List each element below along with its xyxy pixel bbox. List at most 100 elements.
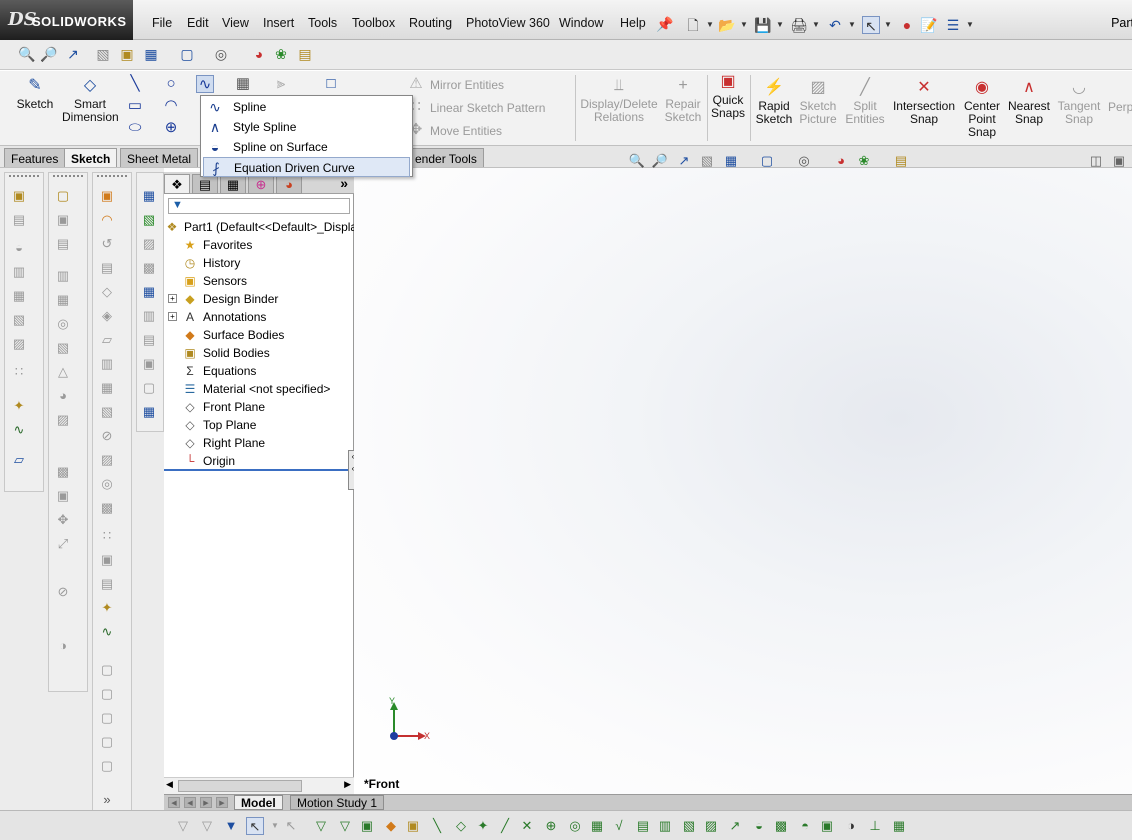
lofted-cut-icon[interactable]: ▥: [54, 267, 72, 285]
filter-planes-icon[interactable]: ◇: [452, 817, 470, 835]
tab-features[interactable]: Features: [4, 148, 66, 167]
slot-icon[interactable]: ⬭: [126, 119, 144, 137]
chevron-down-icon[interactable]: ▼: [884, 20, 892, 29]
spline-menu-item[interactable]: ∿ Spline: [203, 97, 410, 117]
select-arrow-icon[interactable]: ↖: [862, 16, 880, 34]
menu-routing[interactable]: Routing: [409, 16, 452, 30]
zoom-to-area-icon[interactable]: 🔎: [40, 45, 58, 63]
extruded-boss-icon[interactable]: ▣: [10, 187, 28, 205]
spline-menu-item[interactable]: ◒ Spline on Surface: [203, 137, 410, 157]
sketch-picture-button[interactable]: ▨ Sketch Picture: [797, 79, 839, 126]
pin-icon[interactable]: 📌: [656, 15, 674, 33]
tab-motion-study[interactable]: Motion Study 1: [290, 795, 385, 810]
curves-icon[interactable]: ∿: [10, 421, 28, 439]
filter-centerline-icon[interactable]: ◎: [566, 817, 584, 835]
fillet-icon[interactable]: ▧: [10, 311, 28, 329]
filter-edges-icon[interactable]: ▽: [336, 817, 354, 835]
chevron-down-icon[interactable]: ▼: [706, 20, 714, 29]
tab-sheet-metal[interactable]: Sheet Metal: [120, 148, 199, 167]
next-tab-icon[interactable]: ▶: [200, 797, 212, 808]
menu-tools[interactable]: Tools: [308, 16, 337, 30]
filter-dimensions-icon[interactable]: ▦: [588, 817, 606, 835]
filter-dowel-pin-icon[interactable]: ◓: [796, 817, 814, 835]
chamfer-icon[interactable]: ▨: [10, 335, 28, 353]
convert-entities-icon[interactable]: □: [322, 75, 340, 93]
rib-icon[interactable]: ▧: [54, 339, 72, 357]
expand-plus-icon[interactable]: +: [168, 294, 177, 303]
hide-show-items-icon[interactable]: ◎: [212, 45, 230, 63]
display-delete-relations-button[interactable]: ⫫ Display/Delete Relations: [578, 77, 660, 124]
table-icon[interactable]: ▦: [140, 283, 158, 301]
box-icon[interactable]: ▢: [98, 685, 116, 703]
dynamic-annotation-icon[interactable]: ▣: [118, 45, 136, 63]
table-icon[interactable]: ▣: [140, 355, 158, 373]
filled-surface-icon[interactable]: ◈: [98, 307, 116, 325]
chevron-down-icon[interactable]: ▼: [776, 20, 784, 29]
instant3d-icon[interactable]: ▱: [10, 451, 28, 469]
filter-datum-target-icon[interactable]: ↗: [726, 817, 744, 835]
swept-cut-icon[interactable]: ▤: [54, 235, 72, 253]
extruded-surface-icon[interactable]: ▣: [98, 187, 116, 205]
section-view-icon[interactable]: ▧: [94, 45, 112, 63]
reference-geometry-icon[interactable]: ✦: [10, 397, 28, 415]
spline-menu-item[interactable]: ∧ Style Spline: [203, 117, 410, 137]
untrim-surface-icon[interactable]: ▩: [98, 499, 116, 517]
scale-icon[interactable]: ⤢: [54, 535, 72, 553]
filter-sketch-segments-icon[interactable]: ╱: [496, 817, 514, 835]
filter-toggle-icon[interactable]: ▽: [198, 817, 216, 835]
apply-scene-icon[interactable]: ❀: [272, 45, 290, 63]
tangent-snap-button[interactable]: ◡ Tangent Snap: [1054, 79, 1104, 126]
offset-surface-icon[interactable]: ▥: [98, 355, 116, 373]
design-table-icon[interactable]: ▧: [140, 211, 158, 229]
menu-edit[interactable]: Edit: [187, 16, 209, 30]
filter-sketch-points-icon[interactable]: ✦: [474, 817, 492, 835]
menu-view[interactable]: View: [222, 16, 249, 30]
table-icon[interactable]: ▦: [140, 403, 158, 421]
wrap-icon[interactable]: ▨: [54, 411, 72, 429]
intersection-snap-button[interactable]: ✕ Intersection Snap: [891, 79, 957, 126]
menu-file[interactable]: File: [152, 16, 172, 30]
center-point-snap-button[interactable]: ◉ Center Point Snap: [960, 79, 1004, 139]
filter-blocks-icon[interactable]: ▩: [772, 817, 790, 835]
shell-icon[interactable]: ◕: [54, 387, 72, 405]
table-icon[interactable]: ▤: [140, 331, 158, 349]
linear-sketch-pattern-button[interactable]: Linear Sketch Pattern: [430, 101, 545, 115]
filter-faces-icon[interactable]: ▣: [358, 817, 376, 835]
thicken-icon[interactable]: ▣: [98, 551, 116, 569]
menu-window[interactable]: Window: [559, 16, 603, 30]
tab-render-tools[interactable]: ender Tools: [408, 148, 484, 167]
ruled-surface-icon[interactable]: ▦: [98, 379, 116, 397]
filter-solid-bodies-icon[interactable]: ▣: [404, 817, 422, 835]
tab-model[interactable]: Model: [234, 795, 283, 810]
mirror-entities-button[interactable]: Mirror Entities: [430, 78, 504, 92]
boundary-surface-icon[interactable]: ◇: [98, 283, 116, 301]
move-entities-button[interactable]: Move Entities: [430, 124, 502, 138]
toolbar-grip[interactable]: [97, 175, 127, 181]
filter-surface-finish-icon[interactable]: √: [610, 817, 628, 835]
chevron-down-icon[interactable]: ▼: [966, 20, 974, 29]
filter-routing-points-icon[interactable]: ◑: [842, 817, 860, 835]
filter-icon[interactable]: ▽: [174, 817, 192, 835]
expand-plus-icon[interactable]: +: [168, 312, 177, 321]
file-properties-icon[interactable]: 📝: [920, 16, 938, 34]
filter-cosmetic-thread-icon[interactable]: ◒: [750, 817, 768, 835]
revolved-cut-icon[interactable]: ▣: [54, 211, 72, 229]
box-icon[interactable]: ▢: [98, 709, 116, 727]
new-document-icon[interactable]: 🗋: [684, 16, 702, 34]
delete-face-icon[interactable]: ⊘: [98, 427, 116, 445]
table-icon[interactable]: ▩: [140, 259, 158, 277]
boundary-boss-icon[interactable]: ▦: [10, 287, 28, 305]
filter-weld-symbol-icon[interactable]: ▨: [702, 817, 720, 835]
box-icon[interactable]: ▢: [98, 733, 116, 751]
hole-wizard-icon[interactable]: ◎: [54, 315, 72, 333]
horizontal-scrollbar[interactable]: ◀ ▶: [164, 777, 354, 794]
filter-vertices-icon[interactable]: ▽: [312, 817, 330, 835]
curves-icon[interactable]: ∿: [98, 623, 116, 641]
box-icon[interactable]: ▢: [98, 661, 116, 679]
filter-geometric-tolerance-icon[interactable]: ▤: [634, 817, 652, 835]
scroll-right-icon[interactable]: ▶: [344, 779, 351, 790]
select-arrow-icon[interactable]: ↖: [246, 817, 264, 835]
table-icon[interactable]: ▢: [140, 379, 158, 397]
scrollbar-thumb[interactable]: [178, 780, 302, 792]
box-icon[interactable]: ▢: [98, 757, 116, 775]
